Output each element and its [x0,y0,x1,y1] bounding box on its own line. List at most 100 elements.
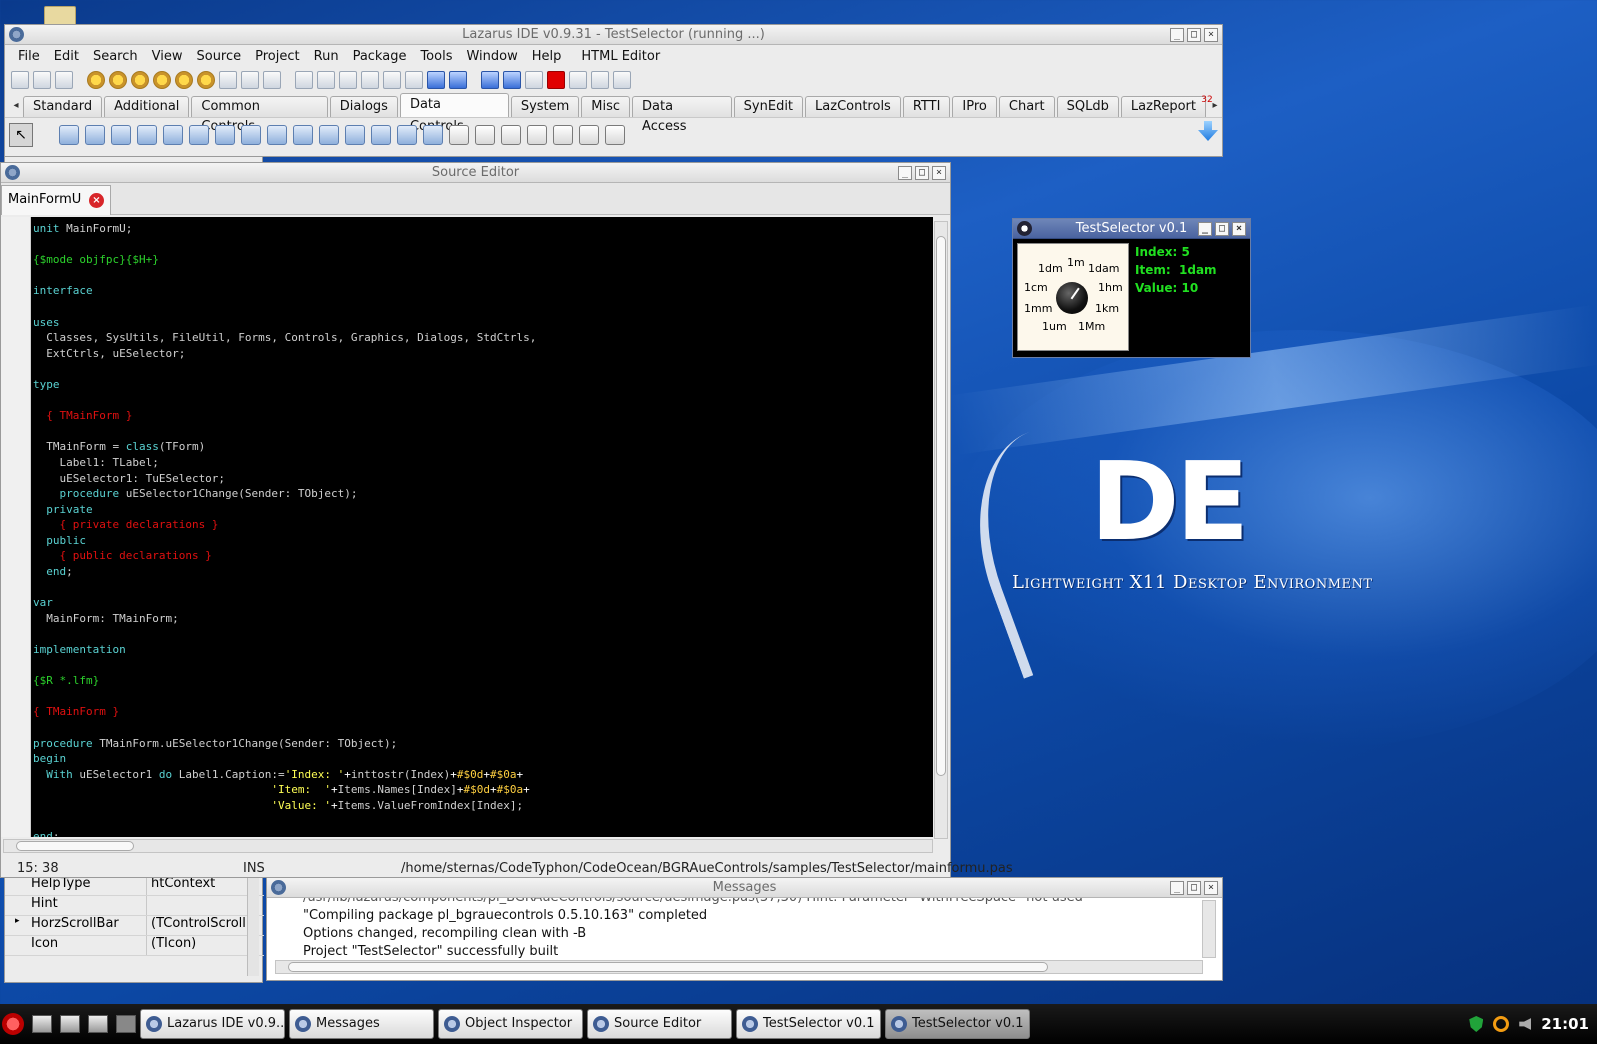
message-line[interactable]: "Compiling package pl_bgrauecontrols 0.5… [267,907,1222,925]
code-line[interactable] [33,299,933,315]
code-line[interactable]: ExtCtrls, uESelector; [33,346,933,362]
code-line[interactable] [33,658,933,674]
code-line[interactable] [33,720,933,736]
dial-label[interactable]: 1Mm [1078,320,1105,333]
menu-file[interactable]: File [11,49,47,64]
property-value[interactable]: (TControlScrollBar) [147,916,247,935]
db-navigator-icon[interactable] [59,124,79,145]
tab-lazcontrols[interactable]: LazControls [805,96,901,117]
debug-icon[interactable] [427,71,445,89]
code-line[interactable]: uses [33,315,933,331]
db-lookup-combobox-icon[interactable] [267,124,287,145]
menu-source[interactable]: Source [189,49,248,64]
dial-label[interactable]: 1um [1042,320,1067,333]
run-icon[interactable] [503,71,521,89]
code-line[interactable]: {$mode objfpc}{$H+} [33,252,933,268]
code-line[interactable]: unit MainFormU; [33,221,933,237]
dial-label[interactable]: 1cm [1024,281,1048,294]
dial-label[interactable]: 1m [1067,256,1085,269]
dial-label[interactable]: 1km [1095,302,1119,315]
task-test-selector-2[interactable]: TestSelector v0.1 [885,1009,1030,1039]
selector-dial[interactable]: 1m 1dm 1dam 1cm 1hm 1mm 1km 1um 1Mm [1017,243,1129,351]
tab-scroll-left-icon[interactable]: ◂ [9,95,23,117]
property-row[interactable]: Icon (TIcon) [5,936,264,956]
code-line[interactable]: private [33,502,933,518]
code-line[interactable]: TMainForm = class(TForm) [33,439,933,455]
menu-project[interactable]: Project [248,49,306,64]
view-forms-icon[interactable] [317,71,335,89]
menu-help[interactable]: Help [525,49,569,64]
code-line[interactable]: 'Value: '+Items.ValueFromIndex[Index]; [33,798,933,814]
db-radiogroup-icon[interactable] [319,124,339,145]
db-checkbox-icon[interactable] [293,124,313,145]
view-units-icon[interactable] [295,71,313,89]
menu-html-editor[interactable]: HTML Editor [574,49,667,64]
task-source-editor[interactable]: Source Editor [587,1009,732,1039]
new-file-icon[interactable] [11,71,29,89]
code-line[interactable]: { private declarations } [33,517,933,533]
menu-edit[interactable]: Edit [47,49,86,64]
dial-label[interactable]: 1hm [1098,281,1123,294]
code-line[interactable]: public [33,533,933,549]
step-over-icon[interactable] [591,71,609,89]
close-button[interactable]: × [932,166,946,180]
db-memo-icon[interactable] [137,124,157,145]
code-line[interactable] [33,424,933,440]
task-lazarus-ide[interactable]: Lazarus IDE v0.9... [140,1009,285,1039]
open-project-icon[interactable] [197,71,215,89]
open-icon[interactable] [87,71,105,89]
editor-horizontal-scrollbar[interactable] [3,839,933,853]
save-all-files-icon[interactable] [263,71,281,89]
save-icon[interactable] [131,71,149,89]
property-value[interactable]: (TIcon) [147,936,247,955]
db-text-float-icon[interactable] [475,124,495,145]
terminal-launcher-icon[interactable] [32,1015,52,1033]
task-test-selector-1[interactable]: TestSelector v0.1 [736,1009,881,1039]
db-chart-icon[interactable] [423,124,443,145]
tab-common-controls[interactable]: Common Controls [191,96,328,134]
code-line[interactable]: interface [33,283,933,299]
property-row[interactable]: ▸ HorzScrollBar (TControlScrollBar) [5,916,264,936]
menu-window[interactable]: Window [459,49,524,64]
step-icon[interactable] [481,71,499,89]
task-object-inspector[interactable]: Object Inspector [438,1009,583,1039]
tab-lazreport[interactable]: LazReport [1120,96,1206,117]
close-file-icon[interactable] [175,71,193,89]
code-line[interactable]: { public declarations } [33,548,933,564]
message-line[interactable]: Options changed, recompiling clean with … [267,925,1222,943]
code-line[interactable]: implementation [33,642,933,658]
test-selector-titlebar[interactable]: TestSelector v0.1 _ □ × [1013,219,1250,239]
db-text-cur-icon[interactable] [579,124,599,145]
tab-dialogs[interactable]: Dialogs [329,96,398,117]
select-pointer-icon[interactable]: ↖ [9,122,33,147]
code-line[interactable]: {$R *.lfm} [33,673,933,689]
add-to-project-icon[interactable] [361,71,379,89]
property-value[interactable] [147,896,247,915]
db-text-date-icon[interactable] [501,124,521,145]
close-tab-icon[interactable]: × [89,193,104,208]
db-text-str-icon[interactable] [527,124,547,145]
new-form-icon[interactable] [55,71,73,89]
db-edit-icon[interactable] [111,124,131,145]
message-line[interactable]: /usr/lib/lazarus/components/pl_BGRAueCon… [267,898,1222,907]
minimize-button[interactable]: _ [1170,881,1184,895]
tab-sqldb[interactable]: SQLdb [1056,96,1119,117]
toggle-form-icon[interactable] [339,71,357,89]
code-line[interactable]: procedure TMainForm.uESelector1Change(Se… [33,736,933,752]
db-group-box-icon[interactable] [371,124,391,145]
new-unit-icon[interactable] [33,71,51,89]
message-line[interactable]: Project "TestSelector" successfully buil… [267,943,1222,961]
db-calendar-icon[interactable] [345,124,365,145]
code-line[interactable]: With uESelector1 do Label1.Caption:='Ind… [33,767,933,783]
update-ring-icon[interactable] [1493,1016,1510,1032]
close-button[interactable]: × [1232,222,1246,236]
db-grid-icon[interactable] [397,124,417,145]
step-out-icon[interactable] [613,71,631,89]
code-line[interactable]: uESelector1: TuESelector; [33,471,933,487]
menu-package[interactable]: Package [346,49,414,64]
workspace-pager-icon[interactable] [116,1015,136,1033]
minimize-button[interactable]: _ [898,166,912,180]
ide-titlebar[interactable]: Lazarus IDE v0.9.31 - TestSelector (runn… [5,25,1222,45]
maximize-button[interactable]: □ [1187,28,1201,42]
file-manager-launcher-icon[interactable] [60,1015,80,1033]
